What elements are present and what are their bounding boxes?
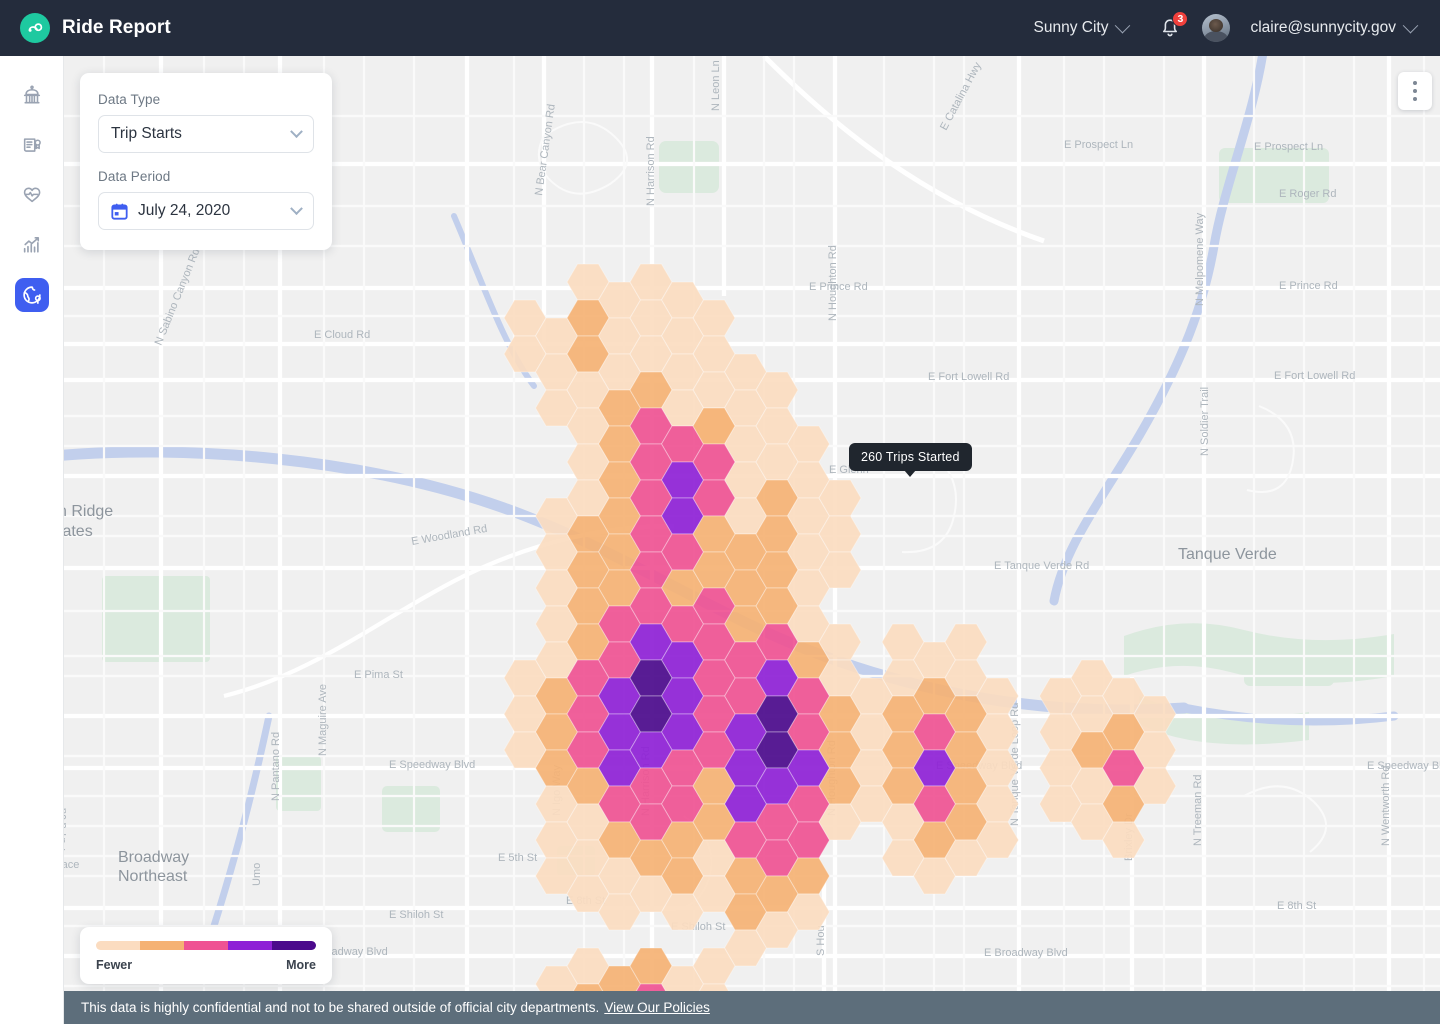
kebab-dot-icon xyxy=(1413,97,1417,101)
city-selector[interactable]: Sunny City xyxy=(1028,15,1135,41)
user-menu[interactable]: claire@sunnycity.gov xyxy=(1200,10,1419,46)
chevron-down-icon xyxy=(290,124,303,138)
data-type-value: Trip Starts xyxy=(111,125,182,142)
confidentiality-banner-text: This data is highly confidential and not… xyxy=(81,1000,600,1015)
legend-swatch-3 xyxy=(228,941,272,950)
hex-tooltip: 260 Trips Started xyxy=(849,443,972,477)
chevron-down-icon xyxy=(290,201,303,215)
map-legend: Fewer More xyxy=(80,927,332,984)
view-policies-link[interactable]: View Our Policies xyxy=(604,1000,710,1015)
legend-swatch-0 xyxy=(96,941,140,950)
legend-swatch-1 xyxy=(140,941,184,950)
data-period-value: July 24, 2020 xyxy=(138,202,231,219)
map-controls-panel: Data Type Trip Starts Data Period July 2… xyxy=(80,73,332,250)
top-bar-right: Sunny City 3 claire@sunnycity.gov xyxy=(1028,10,1419,46)
calendar-icon xyxy=(111,203,128,220)
legend-high-label: More xyxy=(286,958,316,972)
legend-swatch-2 xyxy=(184,941,228,950)
chevron-down-icon xyxy=(1402,17,1419,33)
top-navigation-bar: Ride Report Sunny City 3 claire@sunnycit… xyxy=(0,0,1440,56)
ride-report-map-page: Ride Report Sunny City 3 claire@sunnycit… xyxy=(0,0,1440,1024)
data-period-select[interactable]: July 24, 2020 xyxy=(98,192,314,230)
sidebar-item-map[interactable] xyxy=(14,278,49,312)
legend-color-ramp xyxy=(96,941,316,950)
left-sidebar xyxy=(0,56,64,1024)
user-email-label: claire@sunnycity.gov xyxy=(1250,19,1396,36)
confidentiality-banner: This data is highly confidential and not… xyxy=(64,991,1440,1024)
data-type-label: Data Type xyxy=(98,92,161,107)
kebab-dot-icon xyxy=(1413,81,1417,85)
legend-swatch-4 xyxy=(272,941,316,950)
sidebar-item-policies[interactable] xyxy=(15,128,49,162)
chevron-down-icon xyxy=(1115,17,1131,33)
kebab-dot-icon xyxy=(1413,89,1417,93)
user-avatar xyxy=(1202,14,1231,42)
map-options-button[interactable] xyxy=(1398,72,1432,110)
notification-count-badge: 3 xyxy=(1172,10,1189,27)
legend-low-label: Fewer xyxy=(96,958,133,972)
hex-tooltip-text: 260 Trips Started xyxy=(861,450,960,464)
data-type-select[interactable]: Trip Starts xyxy=(98,115,314,153)
brand-name: Ride Report xyxy=(62,17,171,38)
ride-report-logo-icon xyxy=(20,13,50,43)
data-period-label: Data Period xyxy=(98,169,171,184)
brand[interactable]: Ride Report xyxy=(20,13,171,43)
sidebar-item-health[interactable] xyxy=(15,178,49,212)
sidebar-item-agency[interactable] xyxy=(15,78,49,112)
notifications-button[interactable]: 3 xyxy=(1160,10,1189,39)
sidebar-item-analytics[interactable] xyxy=(15,228,49,262)
city-selector-label: Sunny City xyxy=(1033,19,1109,36)
